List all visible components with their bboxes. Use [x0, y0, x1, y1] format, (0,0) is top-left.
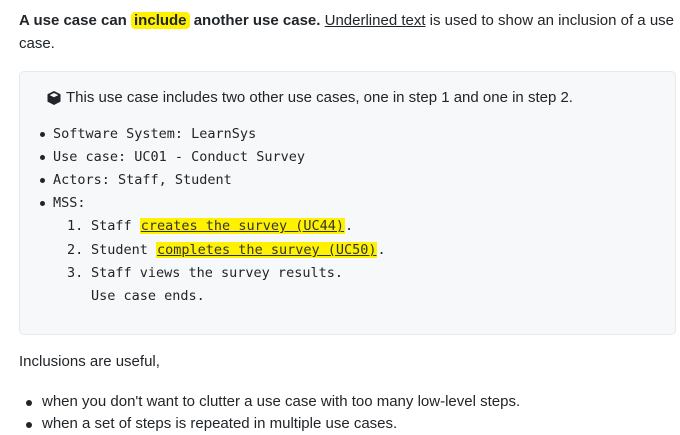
step-end: .: [377, 242, 386, 258]
intro-part2: another use case.: [189, 12, 321, 29]
inclusions-paragraph: Inclusions are useful,: [19, 353, 160, 370]
bullet-icon: [40, 132, 45, 137]
intro-part1: A use case can: [19, 12, 132, 29]
list-item-text: when a set of steps is repeated in multi…: [42, 415, 398, 432]
list-item-text: Use case: UC01 - Conduct Survey: [53, 149, 305, 165]
step-number: 1.: [67, 218, 84, 234]
bullet-icon: [40, 201, 45, 206]
step-item: 3. Staff views the survey results.: [67, 263, 343, 283]
step-text: Staff: [91, 218, 140, 234]
box-note: This use case includes two other use cas…: [46, 88, 573, 108]
step-number: 2.: [67, 242, 84, 258]
step-item: 1. Staff creates the survey (UC44).: [67, 216, 353, 236]
intro-paragraph: A use case can include another use case.…: [19, 9, 679, 55]
step-number: 3.: [67, 265, 84, 281]
list-item: Actors: Staff, Student: [40, 170, 232, 190]
box-icon: [47, 91, 61, 105]
list-item-text: when you don't want to clutter a use cas…: [42, 393, 521, 410]
list-item-text: Software System: LearnSys: [53, 126, 257, 142]
box-note-text: This use case includes two other use cas…: [66, 89, 573, 106]
include-keyword: include: [131, 12, 190, 29]
bullet-icon: [26, 422, 32, 428]
underlined-text: Underlined text: [324, 12, 426, 29]
bullet-icon: [26, 400, 32, 406]
list-item-text: MSS:: [53, 195, 86, 211]
use-case-box: This use case includes two other use cas…: [19, 71, 676, 335]
uc50-link[interactable]: completes the survey (UC50): [156, 242, 378, 258]
bullet-icon: [40, 155, 45, 160]
bullet-icon: [40, 178, 45, 183]
step-text: Student: [91, 242, 157, 258]
list-item: Use case: UC01 - Conduct Survey: [40, 147, 305, 167]
list-item-text: Actors: Staff, Student: [53, 172, 232, 188]
step-end: .: [344, 218, 354, 234]
use-case-ending: Use case ends.: [91, 288, 205, 304]
uc44-link[interactable]: creates the survey (UC44): [139, 218, 345, 234]
list-item: MSS:: [40, 193, 86, 213]
list-item: when you don't want to clutter a use cas…: [26, 391, 521, 413]
step-item: 2. Student completes the survey (UC50).: [67, 240, 386, 260]
step-text: Staff views the survey results.: [91, 265, 343, 281]
list-item: when a set of steps is repeated in multi…: [26, 413, 398, 435]
list-item: Software System: LearnSys: [40, 124, 257, 144]
